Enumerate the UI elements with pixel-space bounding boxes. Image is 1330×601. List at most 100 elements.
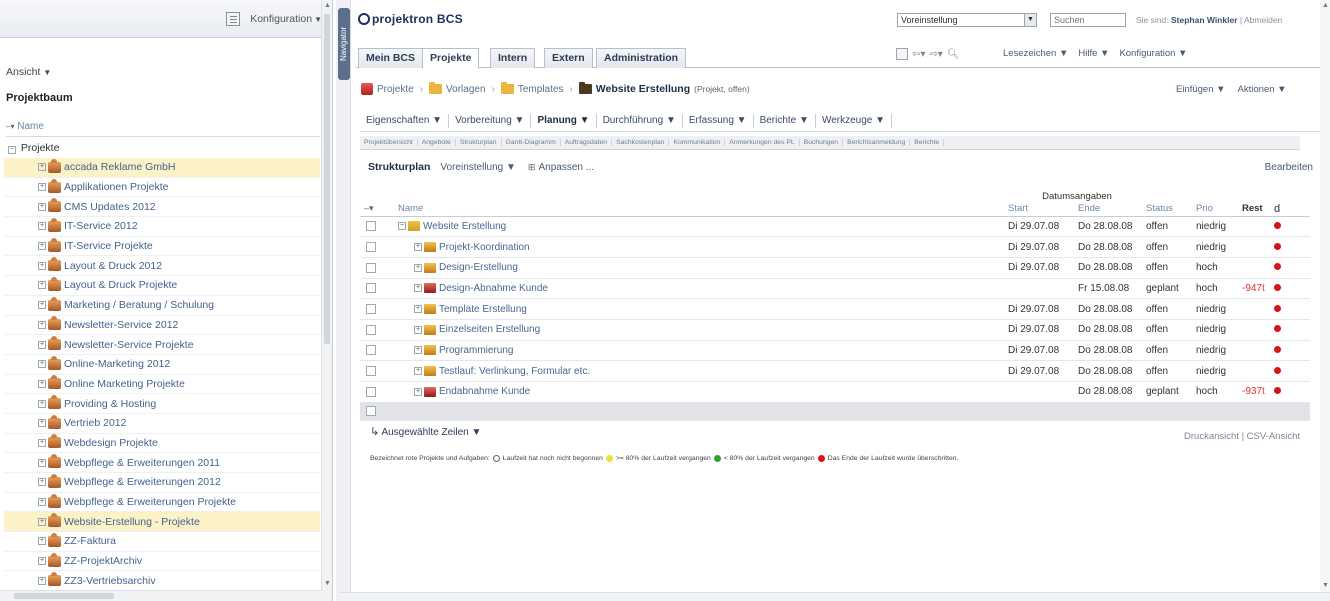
column-header-d[interactable]: d: [1274, 202, 1310, 217]
tree-item[interactable]: + IT-Service Projekte: [4, 237, 320, 257]
breadcrumb-link[interactable]: Templates: [518, 84, 564, 95]
tree-item[interactable]: + Applikationen Projekte: [4, 178, 320, 198]
tree-item[interactable]: + Newsletter-Service Projekte: [4, 335, 320, 355]
expand-toggle-icon[interactable]: +: [38, 320, 46, 329]
task-name[interactable]: Endabnahme Kunde: [439, 386, 530, 397]
toolbar-menu[interactable]: Werkzeuge ▼: [816, 113, 893, 128]
collapse-toggle-icon[interactable]: −: [398, 222, 406, 231]
expand-toggle-icon[interactable]: +: [414, 263, 422, 272]
table-row[interactable]: + Einzelseiten Erstellung Di 29.07.08 Do 28…: [360, 319, 1310, 341]
column-header-end[interactable]: Ende: [1078, 202, 1146, 217]
table-row[interactable]: + Design-Abnahme Kunde Fr 15.08.08 geplant h…: [360, 278, 1310, 300]
expand-toggle-icon[interactable]: +: [38, 498, 46, 507]
task-name[interactable]: Testlauf: Verlinkung, Formular etc.: [439, 366, 590, 377]
logout-link[interactable]: Abmelden: [1244, 15, 1282, 25]
tree-item[interactable]: + Webpflege & Erweiterungen 2012: [4, 473, 320, 493]
expand-toggle-icon[interactable]: +: [38, 183, 46, 192]
expand-toggle-icon[interactable]: +: [414, 367, 422, 376]
subtab[interactable]: Projektübersicht: [360, 139, 418, 146]
table-row[interactable]: − Website Erstellung Di 29.07.08 Do 28.08.0…: [360, 216, 1310, 238]
scroll-down-icon[interactable]: ▼: [324, 580, 331, 587]
subtab[interactable]: Gantt-Diagramm: [502, 139, 561, 146]
scroll-up-icon[interactable]: ▲: [1322, 2, 1329, 9]
left-config-menu[interactable]: Konfiguration ▼: [250, 13, 322, 25]
breadcrumb-menu[interactable]: Aktionen ▼: [1238, 84, 1287, 95]
forward-arrow-icon[interactable]: ⇨▾: [929, 49, 942, 60]
main-vertical-scrollbar[interactable]: ▲ ▼: [1320, 0, 1330, 601]
tree-column-header[interactable]: ‒▾ Name: [6, 121, 320, 137]
subtab[interactable]: Buchungen: [800, 139, 844, 146]
expand-toggle-icon[interactable]: +: [38, 242, 46, 251]
preset-select[interactable]: Voreinstellung ▼: [897, 13, 1037, 27]
toolbar-menu[interactable]: Berichte ▼: [754, 113, 816, 128]
subtab[interactable]: Auftragsdaten: [561, 139, 613, 146]
expand-toggle-icon[interactable]: +: [38, 537, 46, 546]
tab-administration[interactable]: Administration: [596, 48, 687, 68]
row-checkbox[interactable]: [366, 345, 376, 356]
column-header-prio[interactable]: Prio: [1196, 202, 1242, 217]
left-horizontal-scrollbar[interactable]: [0, 590, 322, 601]
expand-toggle-icon[interactable]: +: [414, 284, 422, 293]
user-name[interactable]: Stephan Winkler: [1171, 15, 1238, 25]
subtab[interactable]: Strukturplan: [456, 139, 502, 146]
expand-toggle-icon[interactable]: +: [38, 281, 46, 290]
row-checkbox[interactable]: [366, 366, 376, 377]
table-row[interactable]: + Projekt-Koordination Di 29.07.08 Do 28.08…: [360, 236, 1310, 258]
column-header-start[interactable]: Start: [1008, 202, 1078, 217]
task-name[interactable]: Design-Abnahme Kunde: [439, 283, 548, 294]
tree-item[interactable]: + ZZ-Faktura: [4, 532, 320, 552]
tree-item[interactable]: + IT-Service 2012: [4, 217, 320, 237]
left-vertical-scrollbar[interactable]: ▲ ▼: [321, 0, 332, 601]
tree-item[interactable]: + Webpflege & Erweiterungen 2011: [4, 453, 320, 473]
table-row[interactable]: + Programmierung Di 29.07.08 Do 28.08.08 off…: [360, 340, 1310, 362]
breadcrumb-link[interactable]: Projekte: [377, 84, 414, 95]
main-horizontal-scrollbar[interactable]: [340, 592, 1330, 601]
breadcrumb-link[interactable]: Vorlagen: [446, 84, 485, 95]
expand-toggle-icon[interactable]: +: [38, 399, 46, 408]
column-header-name[interactable]: Name: [388, 202, 1008, 217]
tree-item[interactable]: + Marketing / Beratung / Schulung: [4, 296, 320, 316]
toolbar-menu[interactable]: Planung ▼: [531, 113, 597, 128]
task-name[interactable]: Design-Erstellung: [439, 262, 518, 273]
expand-toggle-icon[interactable]: +: [414, 325, 422, 334]
tree-item[interactable]: + Vertrieb 2012: [4, 414, 320, 434]
select-all-icon[interactable]: ‒▾: [360, 202, 388, 217]
subtab[interactable]: Angebote: [418, 139, 456, 146]
table-row[interactable]: + Endabnahme Kunde Do 28.08.08 geplant hoch -…: [360, 381, 1310, 403]
table-row[interactable]: + Template Erstellung Di 29.07.08 Do 28.08.…: [360, 298, 1310, 320]
expand-toggle-icon[interactable]: +: [38, 301, 46, 310]
tree-item[interactable]: + Online Marketing Projekte: [4, 375, 320, 395]
tree-item[interactable]: + CMS Updates 2012: [4, 197, 320, 218]
task-name[interactable]: Einzelseiten Erstellung: [439, 324, 540, 335]
tab-intern[interactable]: Intern: [490, 48, 536, 68]
customize-link[interactable]: Anpassen ...: [538, 162, 594, 173]
expand-toggle-icon[interactable]: +: [38, 261, 46, 270]
expand-toggle-icon[interactable]: +: [414, 243, 422, 252]
expand-toggle-icon[interactable]: +: [38, 478, 46, 487]
toolbar-menu[interactable]: Erfassung ▼: [683, 113, 754, 128]
header-menu[interactable]: Konfiguration ▼: [1119, 48, 1187, 59]
scroll-thumb[interactable]: [14, 593, 114, 599]
expand-toggle-icon[interactable]: +: [38, 438, 46, 447]
tree-item[interactable]: + ZZ3-Vertriebsarchiv: [4, 571, 320, 592]
row-checkbox[interactable]: [366, 324, 376, 335]
table-row[interactable]: + Testlauf: Verlinkung, Formular etc. Di 2…: [360, 360, 1310, 382]
task-name[interactable]: Projekt-Koordination: [439, 242, 530, 253]
navigator-tab[interactable]: Navigator: [338, 8, 350, 80]
toolbar-menu[interactable]: Durchführung ▼: [597, 113, 683, 128]
expand-toggle-icon[interactable]: +: [414, 305, 422, 314]
tab-extern[interactable]: Extern: [544, 48, 593, 68]
tree-item[interactable]: + accada Reklame GmbH: [4, 158, 320, 178]
tree-root[interactable]: − Projekte: [4, 139, 320, 158]
row-checkbox[interactable]: [366, 386, 376, 397]
expand-toggle-icon[interactable]: +: [414, 346, 422, 355]
expand-toggle-icon[interactable]: +: [38, 340, 46, 349]
expand-toggle-icon[interactable]: +: [38, 202, 46, 211]
expand-toggle-icon[interactable]: +: [38, 379, 46, 388]
header-menu[interactable]: Hilfe ▼: [1078, 48, 1109, 59]
search-input[interactable]: [1050, 13, 1126, 27]
row-checkbox[interactable]: [366, 304, 376, 315]
tab-mein-bcs[interactable]: Mein BCS: [358, 48, 424, 68]
task-name[interactable]: Programmierung: [439, 345, 513, 356]
expand-toggle-icon[interactable]: +: [38, 360, 46, 369]
